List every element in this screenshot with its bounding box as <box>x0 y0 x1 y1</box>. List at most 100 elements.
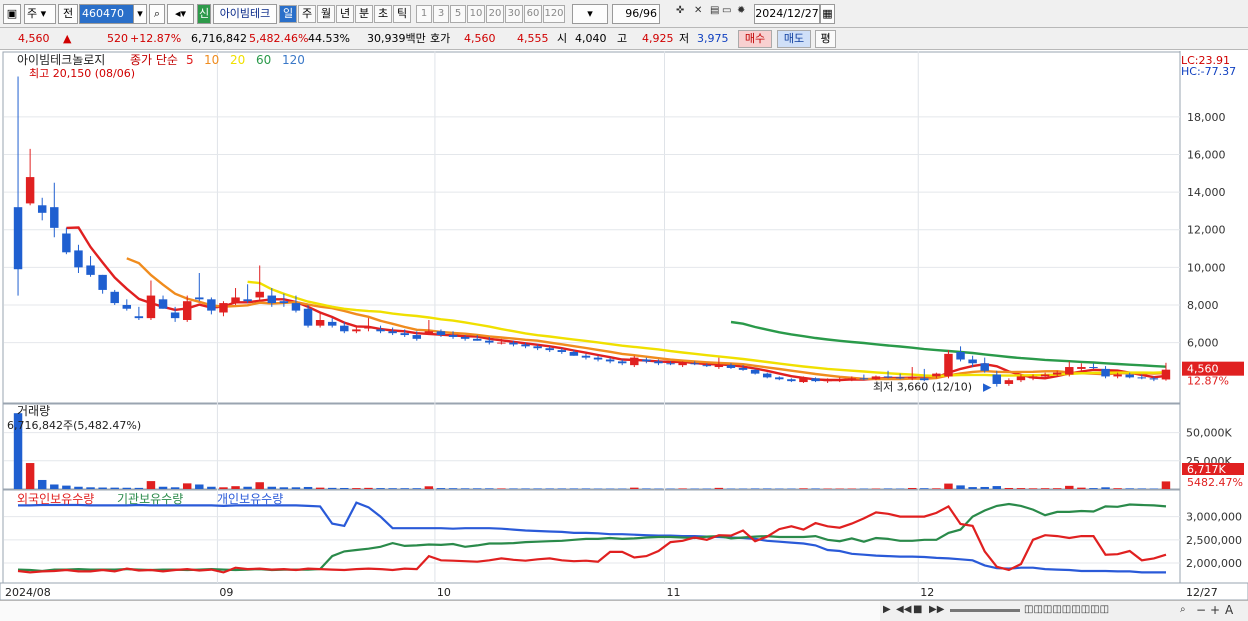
calendar-icon[interactable]: ▦ <box>820 4 835 24</box>
candle-body <box>666 363 675 365</box>
prev-button[interactable]: 전 <box>58 4 78 24</box>
period-button[interactable]: 초 <box>374 5 392 23</box>
panel-frame-1 <box>2 51 1181 404</box>
volume-bar <box>158 486 168 489</box>
volume-bar <box>1040 488 1050 489</box>
period-button[interactable]: 틱 <box>393 5 411 23</box>
period-button[interactable]: 분 <box>355 5 373 23</box>
holder-tick-label: 3,000,000 <box>1186 511 1242 524</box>
volume-bar <box>110 487 119 489</box>
zoom-in-icon[interactable]: + <box>1210 603 1220 617</box>
candle-body <box>448 335 458 337</box>
volume-bar <box>1125 488 1134 489</box>
candle-body <box>195 297 204 300</box>
volume-bar <box>1161 481 1171 489</box>
candle-body <box>545 348 554 351</box>
volume-bar <box>932 488 941 489</box>
candle-body <box>50 207 59 228</box>
candle-body <box>811 378 820 382</box>
scroll-track[interactable] <box>0 601 880 621</box>
interval-button[interactable]: 20 <box>486 5 504 23</box>
zoom-out-icon[interactable]: − <box>1196 603 1206 617</box>
interval-button[interactable]: 120 <box>543 5 565 23</box>
scroll-bar[interactable]: ▶ ◀◀ ■ ▶▶ ◫◫◫◫◫◫◫◫◫ ⌕ − + A <box>0 600 1248 621</box>
period-button[interactable]: 일 <box>279 5 297 23</box>
tool-icons[interactable]: ◫◫◫◫◫◫◫◫◫ <box>1024 604 1109 615</box>
volume-bar <box>74 486 83 489</box>
volume-bar <box>497 488 506 489</box>
chart-area[interactable]: 18,000 16,000 14,000 12,000 10,000 8,000 6,000… <box>0 51 1248 601</box>
volume-bar <box>182 483 192 489</box>
date-input[interactable]: 2024/12/27 <box>754 4 820 24</box>
low-value: 3,975 <box>697 32 729 45</box>
interval-button[interactable]: 60 <box>524 5 542 23</box>
volume-bar <box>1004 487 1014 489</box>
interval-button[interactable]: 10 <box>467 5 485 23</box>
volume-bar <box>315 487 325 489</box>
market-select[interactable]: 주 ▾ <box>24 4 56 24</box>
interval-button[interactable]: 5 <box>450 5 466 23</box>
buy-button[interactable]: 매수 <box>738 30 772 48</box>
volume-bar <box>376 488 385 489</box>
volume-bar <box>968 487 977 489</box>
interval-button[interactable]: 1 <box>416 5 432 23</box>
candle-body <box>859 378 869 380</box>
panel-frame-2 <box>2 403 1181 490</box>
interval-button[interactable]: 3 <box>433 5 449 23</box>
volume-bar <box>412 488 422 489</box>
crosshair-icon[interactable]: ✜ <box>676 5 684 16</box>
draw-icon[interactable]: ✕ <box>694 5 702 16</box>
fast-forward-icon[interactable]: ▶▶ <box>929 604 944 615</box>
rewind-icon[interactable]: ◀◀ <box>896 604 911 615</box>
interval-custom-select[interactable]: ▾ <box>572 4 608 24</box>
candle-body <box>1125 374 1134 378</box>
interval-button[interactable]: 30 <box>505 5 523 23</box>
candle-body <box>1137 377 1147 379</box>
stop-icon[interactable]: ■ <box>913 604 922 615</box>
window-menu-icon[interactable]: ▣ <box>3 4 21 24</box>
volume-bar <box>62 485 71 489</box>
period-button[interactable]: 월 <box>317 5 335 23</box>
candle-body <box>1040 374 1050 377</box>
list-icon[interactable]: ▤ <box>710 5 719 16</box>
gear-icon[interactable]: ✹ <box>737 5 745 16</box>
search-icon[interactable]: ⌕ <box>149 4 165 24</box>
candle-body <box>376 329 385 332</box>
holder-legend-0: 외국인보유수량 <box>17 492 94 506</box>
auto-icon[interactable]: A <box>1225 603 1233 617</box>
vol-pct-tag: 5482.47% <box>1187 476 1243 489</box>
period-button[interactable]: 년 <box>336 5 354 23</box>
volume-bar <box>883 488 893 489</box>
high-note: 최고 20,150 (08/06) <box>29 67 135 80</box>
code-dropdown-icon[interactable]: ▾ <box>133 4 147 24</box>
holder-tick-label: 2,000,000 <box>1186 557 1242 570</box>
candle-body <box>170 312 180 319</box>
candle-body <box>569 351 579 356</box>
code-input[interactable]: 460470 <box>79 4 135 24</box>
volume-bar <box>1113 488 1122 489</box>
sell-button[interactable]: 매도 <box>777 30 811 48</box>
play-icon[interactable]: ▶ <box>883 604 891 615</box>
volume-bar <box>219 487 228 489</box>
volume-bar <box>811 488 820 489</box>
zoom-slider[interactable] <box>950 609 1020 612</box>
volume-bar <box>291 487 301 489</box>
candle-body <box>182 301 192 321</box>
ma-period-label: 120 <box>282 53 305 67</box>
period-button[interactable]: 주 <box>298 5 316 23</box>
volume-bar <box>207 486 216 489</box>
eval-button[interactable]: 평 <box>815 30 836 48</box>
candle-body <box>557 350 567 352</box>
candle-body <box>642 359 651 362</box>
candle-body <box>352 329 361 332</box>
sound-icon[interactable]: ◂▾ <box>167 4 194 24</box>
high-label: 고 <box>617 32 628 45</box>
volume-bar <box>509 488 518 489</box>
candle-body <box>460 336 470 339</box>
candle-body <box>13 207 23 270</box>
volume-bar <box>170 487 180 489</box>
save-icon[interactable]: ▭ <box>722 5 731 16</box>
volume-bar <box>448 488 458 489</box>
zoom-icon[interactable]: ⌕ <box>1180 604 1186 615</box>
ma-period-label: 60 <box>256 53 271 67</box>
